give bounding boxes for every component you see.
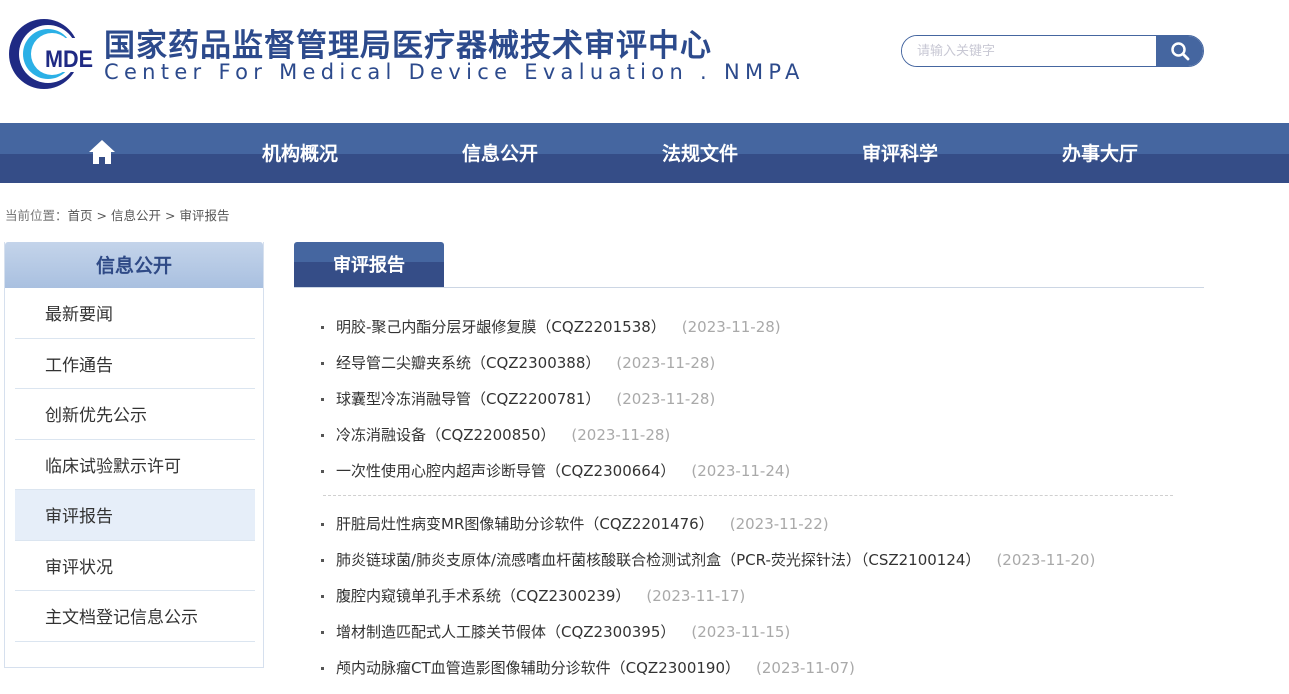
report-title[interactable]: 颅内动脉瘤CT血管造影图像辅助分诊软件（CQZ2300190） — [336, 659, 740, 677]
report-date: (2023-11-20) — [996, 551, 1096, 569]
report-title[interactable]: 肺炎链球菌/肺炎支原体/流感嗜血杆菌核酸联合检测试剂盒（PCR-荧光探针法）（C… — [336, 551, 980, 569]
bullet-icon — [321, 470, 324, 473]
breadcrumb-sep: > — [96, 208, 107, 223]
report-date: (2023-11-28) — [681, 318, 781, 336]
report-title[interactable]: 一次性使用心腔内超声诊断导管（CQZ2300664） — [336, 462, 675, 480]
tab-divider — [294, 287, 1204, 288]
search-button[interactable] — [1156, 36, 1203, 66]
list-item[interactable]: 明胶-聚己内酯分层牙龈修复膜（CQZ2201538） (2023-11-28) — [318, 309, 1198, 345]
sidebar-item-news[interactable]: 最新要闻 — [15, 288, 255, 339]
nav-item-info[interactable]: 信息公开 — [400, 123, 600, 183]
report-title[interactable]: 球囊型冷冻消融导管（CQZ2200781） — [336, 390, 600, 408]
sidebar: 信息公开 最新要闻 工作通告 创新优先公示 临床试验默示许可 审评报告 审评状况… — [4, 242, 264, 668]
sidebar-item-review-status[interactable]: 审评状况 — [15, 541, 255, 591]
report-date: (2023-11-28) — [616, 354, 716, 372]
main-nav: 机构概况 信息公开 法规文件 审评科学 办事大厅 — [0, 123, 1289, 183]
report-title[interactable]: 冷冻消融设备（CQZ2200850） — [336, 426, 555, 444]
breadcrumb-sep: > — [164, 208, 176, 223]
list-item[interactable]: 腹腔内窥镜单孔手术系统（CQZ2300239） (2023-11-17) — [318, 578, 1198, 614]
list-item[interactable]: 球囊型冷冻消融导管（CQZ2200781） (2023-11-28) — [318, 381, 1198, 417]
report-date: (2023-11-15) — [691, 623, 791, 641]
report-title[interactable]: 明胶-聚己内酯分层牙龈修复膜（CQZ2201538） — [336, 318, 666, 336]
sidebar-item-innovation[interactable]: 创新优先公示 — [15, 389, 255, 440]
list-divider — [323, 495, 1173, 496]
bullet-icon — [321, 667, 324, 670]
site-title-cn: 国家药品监督管理局医疗器械技术审评中心 — [104, 28, 712, 64]
list-item[interactable]: 经导管二尖瓣夹系统（CQZ2300388） (2023-11-28) — [318, 345, 1198, 381]
sidebar-item-notices[interactable]: 工作通告 — [15, 339, 255, 389]
svg-text:MDE: MDE — [45, 46, 93, 73]
report-date: (2023-11-24) — [691, 462, 791, 480]
nav-home[interactable] — [0, 123, 200, 183]
nav-item-service[interactable]: 办事大厅 — [1000, 123, 1200, 183]
search-input[interactable] — [902, 36, 1156, 66]
report-date: (2023-11-17) — [646, 587, 746, 605]
breadcrumb-current: 审评报告 — [179, 208, 230, 223]
list-item[interactable]: 冷冻消融设备（CQZ2200850） (2023-11-28) — [318, 417, 1198, 453]
bullet-icon — [321, 398, 324, 401]
report-list: 明胶-聚己内酯分层牙龈修复膜（CQZ2201538） (2023-11-28) 经导… — [318, 309, 1198, 686]
list-item[interactable]: 增材制造匹配式人工膝关节假体（CQZ2300395） (2023-11-15) — [318, 614, 1198, 650]
bullet-icon — [321, 559, 324, 562]
bullet-icon — [321, 326, 324, 329]
bullet-icon — [321, 631, 324, 634]
search-icon — [1170, 42, 1189, 61]
breadcrumb-info[interactable]: 信息公开 — [111, 208, 161, 223]
site-title-en: Center For Medical Device Evaluation . N… — [104, 60, 805, 84]
nav-item-regulations[interactable]: 法规文件 — [600, 123, 800, 183]
header: MDE 国家药品监督管理局医疗器械技术审评中心 Center For Medic… — [0, 0, 1289, 123]
report-title[interactable]: 肝脏局灶性病变MR图像辅助分诊软件（CQZ2201476） — [336, 515, 714, 533]
sidebar-item-review-reports[interactable]: 审评报告 — [15, 490, 255, 541]
list-item[interactable]: 颅内动脉瘤CT血管造影图像辅助分诊软件（CQZ2300190） (2023-11-… — [318, 650, 1198, 686]
nav-item-about[interactable]: 机构概况 — [200, 123, 400, 183]
report-date: (2023-11-22) — [729, 515, 829, 533]
breadcrumb: 当前位置：首页 > 信息公开 > 审评报告 — [5, 205, 229, 224]
list-item[interactable]: 肝脏局灶性病变MR图像辅助分诊软件（CQZ2201476） (2023-11-22… — [318, 506, 1198, 542]
bullet-icon — [321, 523, 324, 526]
bullet-icon — [321, 595, 324, 598]
sidebar-item-clinical-trial[interactable]: 临床试验默示许可 — [15, 440, 255, 490]
search-box — [901, 35, 1204, 67]
report-title[interactable]: 腹腔内窥镜单孔手术系统（CQZ2300239） — [336, 587, 630, 605]
sidebar-title: 信息公开 — [5, 242, 263, 288]
report-title[interactable]: 经导管二尖瓣夹系统（CQZ2300388） — [336, 354, 600, 372]
report-title[interactable]: 增材制造匹配式人工膝关节假体（CQZ2300395） — [336, 623, 675, 641]
sidebar-item-master-file[interactable]: 主文档登记信息公示 — [15, 591, 255, 642]
tab-review-reports[interactable]: 审评报告 — [294, 242, 444, 287]
mde-logo[interactable]: MDE — [6, 16, 94, 92]
bullet-icon — [321, 434, 324, 437]
list-item[interactable]: 肺炎链球菌/肺炎支原体/流感嗜血杆菌核酸联合检测试剂盒（PCR-荧光探针法）（C… — [318, 542, 1198, 578]
breadcrumb-home[interactable]: 首页 — [68, 208, 93, 223]
breadcrumb-label: 当前位置： — [5, 208, 68, 223]
nav-item-science[interactable]: 审评科学 — [800, 123, 1000, 183]
list-item[interactable]: 一次性使用心腔内超声诊断导管（CQZ2300664） (2023-11-24) — [318, 453, 1198, 489]
bullet-icon — [321, 362, 324, 365]
report-date: (2023-11-07) — [756, 659, 855, 677]
home-icon — [89, 139, 115, 164]
report-date: (2023-11-28) — [616, 390, 716, 408]
report-date: (2023-11-28) — [571, 426, 671, 444]
